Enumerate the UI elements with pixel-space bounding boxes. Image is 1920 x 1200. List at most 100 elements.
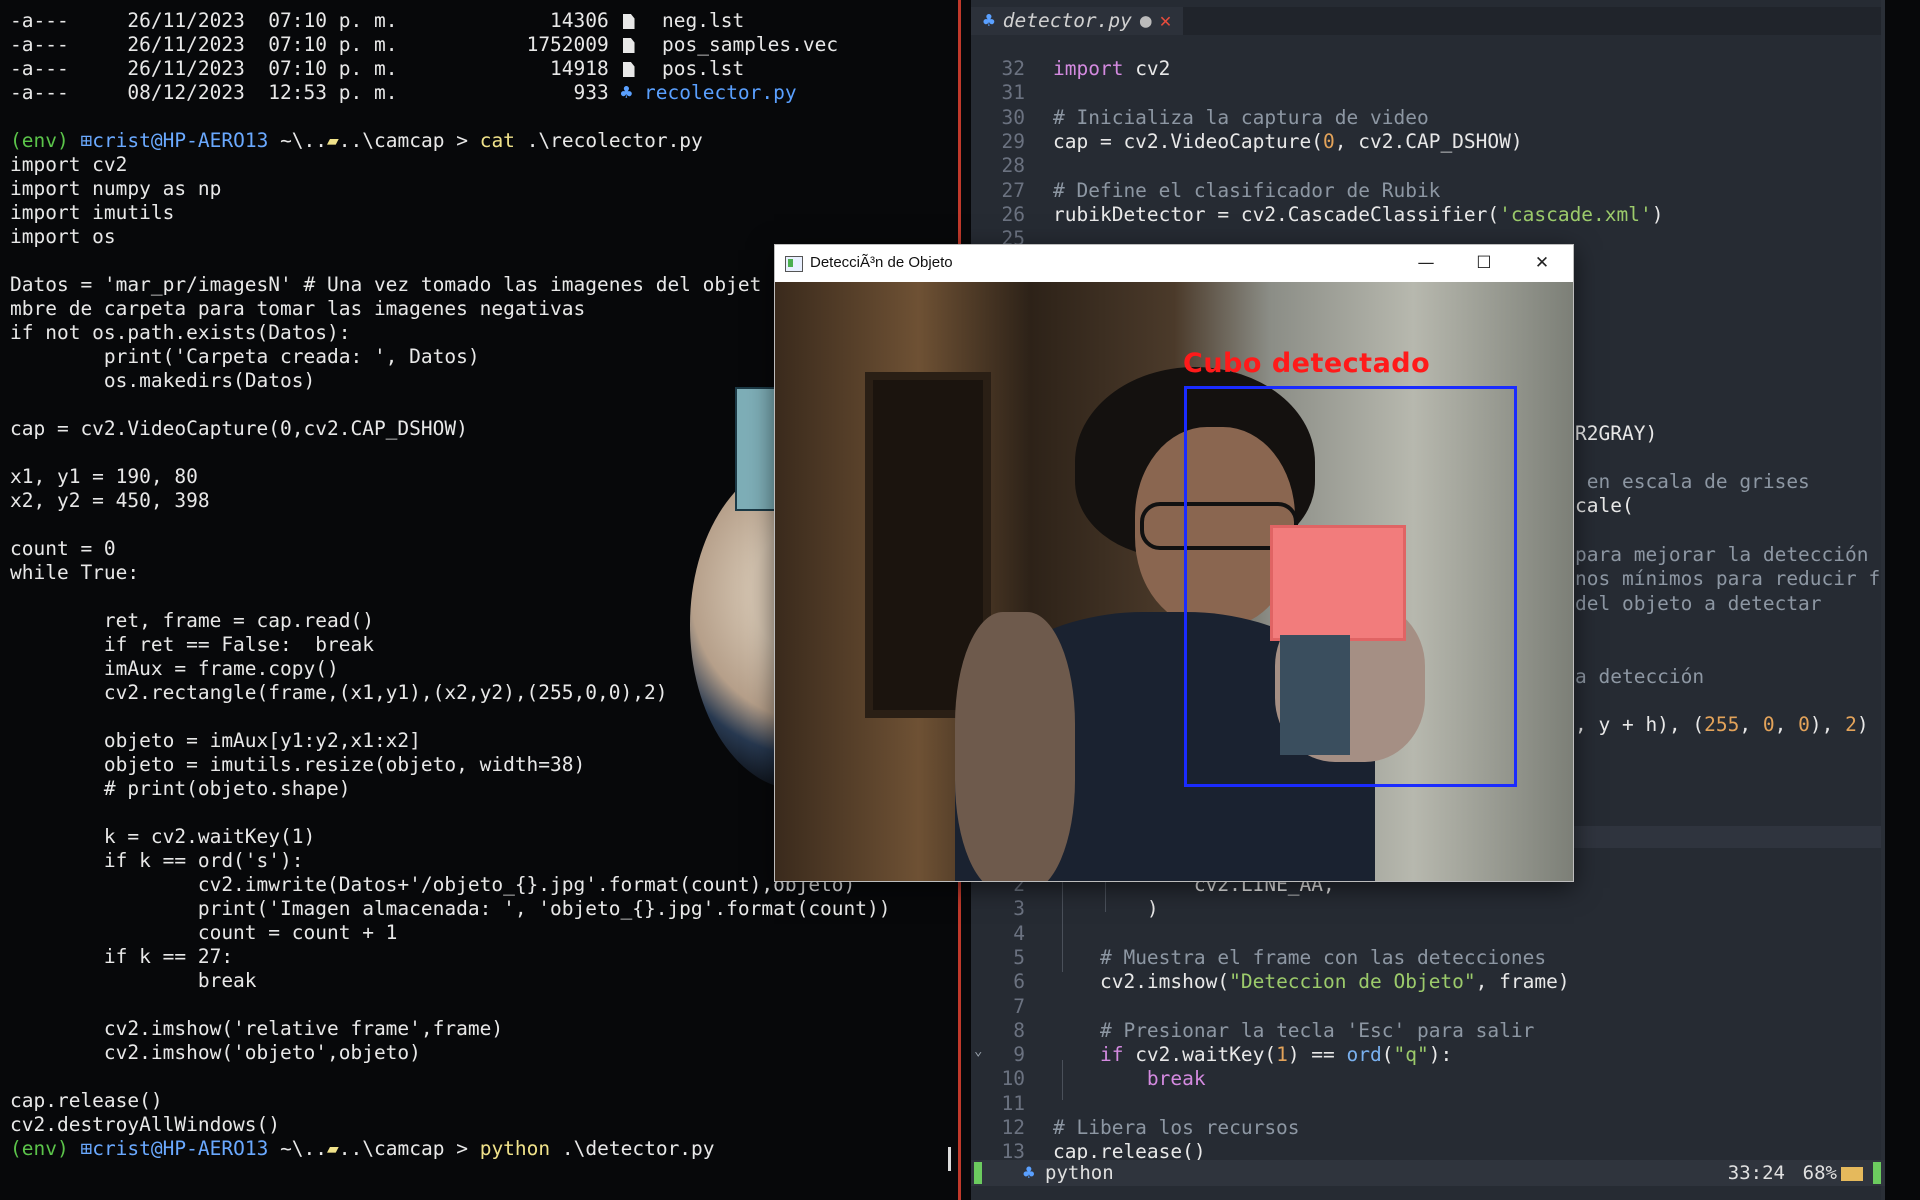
code-output-line: imAux = frame.copy() — [10, 657, 339, 680]
code-line: 8 # Presionar la tecla 'Esc' para salir — [971, 1019, 1885, 1043]
code-output-line: os.makedirs(Datos) — [10, 369, 316, 392]
camera-window[interactable]: DetecciÃ³n de Objeto — ☐ ✕ Cubo detectad… — [774, 244, 1574, 882]
code-line-fragment: R2GRAY) — [1575, 422, 1657, 446]
code-token: cv2.waitKey( — [1123, 1043, 1277, 1067]
file-date: 08/12/2023 — [127, 81, 245, 104]
code-line: 9 if cv2.waitKey(1) == ord("q"): — [971, 1043, 1885, 1067]
user-host: crist@HP-AERO13 — [92, 129, 269, 152]
file-mode: -a--- — [10, 33, 69, 56]
mode-indicator-left — [974, 1162, 982, 1184]
code-token: ord — [1346, 1043, 1382, 1067]
code-line-fragment: del objeto a detectar — [1575, 592, 1822, 616]
line-number: 8 — [1013, 1018, 1025, 1042]
prompt-arrow: > — [456, 129, 468, 152]
modified-indicator: ● — [1139, 9, 1152, 32]
language-label: python — [1045, 1162, 1114, 1184]
code-line: 29 cap = cv2.VideoCapture(0, cv2.CAP_DSHO… — [971, 130, 1885, 154]
code-output-line: cv2.imwrite(Datos+'/objeto_{}.jpg'.forma… — [10, 873, 856, 896]
tab-label: detector.py — [1002, 9, 1132, 32]
file-name: recolector.py — [644, 81, 797, 104]
python-icon: ♣ — [620, 81, 633, 104]
path: ..\camcap — [338, 129, 445, 152]
code-output-line: cap = cv2.VideoCapture(0,cv2.CAP_DSHOW) — [10, 417, 468, 440]
code-line: 26 rubikDetector = cv2.CascadeClassifier(… — [971, 203, 1885, 227]
file-size: 14918 — [397, 57, 609, 80]
code-line: 28 — [971, 154, 1885, 178]
code-output-line: Datos = 'mar_pr/imagesN' # Una vez tomad… — [10, 273, 762, 296]
code-line: 6 cv2.imshow("Deteccion de Objeto", fram… — [971, 970, 1885, 994]
code-token: cv2 — [1123, 57, 1171, 80]
status-bar: ♣ python 33:24 68% — [971, 1160, 1885, 1186]
detection-label: Cubo detectado — [1183, 348, 1431, 379]
line-number: 7 — [1013, 994, 1025, 1018]
line-number: 27 — [1001, 178, 1025, 202]
env-label: (env) — [10, 129, 69, 152]
window-titlebar[interactable]: DetecciÃ³n de Objeto — ☐ ✕ — [775, 245, 1573, 282]
code-line: 27 # Define el clasificador de Rubik — [971, 179, 1885, 203]
line-number: 30 — [1001, 105, 1025, 129]
close-icon[interactable]: ✕ — [1160, 7, 1172, 35]
code-token: 0 — [1798, 713, 1810, 737]
command: python — [479, 1137, 551, 1160]
camera-frame: Cubo detectado — [775, 282, 1573, 881]
code-line-fragment: cale( — [1575, 494, 1634, 518]
code-output-line: break — [10, 969, 257, 992]
file-size: 933 — [397, 81, 609, 104]
code-output-line: if k == 27: — [10, 945, 234, 968]
editor-scrollbar[interactable] — [1881, 0, 1885, 1200]
line-number: 11 — [1001, 1091, 1025, 1115]
code-token: R2GRAY) — [1575, 421, 1658, 445]
code-output-line: count = count + 1 — [10, 921, 398, 944]
code-token: , — [1774, 713, 1799, 737]
code-output-line: cv2.rectangle(frame,(x1,y1),(x2,y2),(255… — [10, 681, 668, 704]
code-token: import — [1053, 57, 1124, 80]
code-token: , y + h), ( — [1575, 713, 1705, 737]
app-icon — [785, 256, 803, 272]
file-time: 07:10 p. m. — [268, 33, 398, 56]
code-token: # Presionar la tecla 'Esc' para salir — [1099, 1018, 1535, 1042]
tab-detector-py[interactable]: ♣ detector.py ● ✕ — [971, 7, 1184, 35]
code-token: ) == — [1287, 1043, 1347, 1067]
code-output-line: cv2.imshow('relative frame',frame) — [10, 1017, 504, 1040]
code-token: ) — [1146, 897, 1159, 921]
file-name: pos_samples.vec — [662, 33, 839, 56]
file-time: 07:10 p. m. — [268, 9, 398, 32]
code-token: rubikDetector = cv2.CascadeClassifier( — [1053, 202, 1500, 226]
minimize-button[interactable]: — — [1397, 245, 1455, 282]
code-token: cale( — [1575, 494, 1634, 518]
code-line: 4 — [971, 922, 1885, 946]
code-token: # Libera los recursos — [1053, 1116, 1300, 1139]
code-line-fragment: a detección — [1575, 665, 1704, 689]
code-token: 0 — [1323, 129, 1335, 153]
file-size: 1752009 — [397, 33, 609, 56]
close-button[interactable]: ✕ — [1513, 245, 1571, 282]
code-token: ): — [1428, 1043, 1453, 1067]
code-token: "Deteccion de Objeto" — [1229, 970, 1476, 994]
shell-prompt: (env) ⊞crist@HP-AERO13 ~\..▰..\camcap > … — [10, 1137, 715, 1161]
maximize-button[interactable]: ☐ — [1455, 245, 1513, 282]
folder-icon: ▰ — [327, 1137, 339, 1160]
command-arg: .\detector.py — [561, 1137, 715, 1160]
code-output-line: if ret == False: break — [10, 633, 374, 656]
code-token: # Muestra el frame con las detecciones — [1099, 945, 1547, 969]
code-output-line: # print(objeto.shape) — [10, 777, 351, 800]
file-name: neg.lst — [662, 9, 745, 32]
file-name: pos.lst — [662, 57, 745, 80]
code-output-line: while True: — [10, 561, 140, 584]
code-line-fragment: , y + h), (255, 0, 0), 2) — [1575, 713, 1869, 737]
code-token: # Define el clasificador de Rubik — [1053, 178, 1441, 202]
python-icon: ♣ — [1023, 1162, 1035, 1184]
code-line: 11 — [971, 1092, 1885, 1116]
detection-box — [1184, 386, 1517, 787]
